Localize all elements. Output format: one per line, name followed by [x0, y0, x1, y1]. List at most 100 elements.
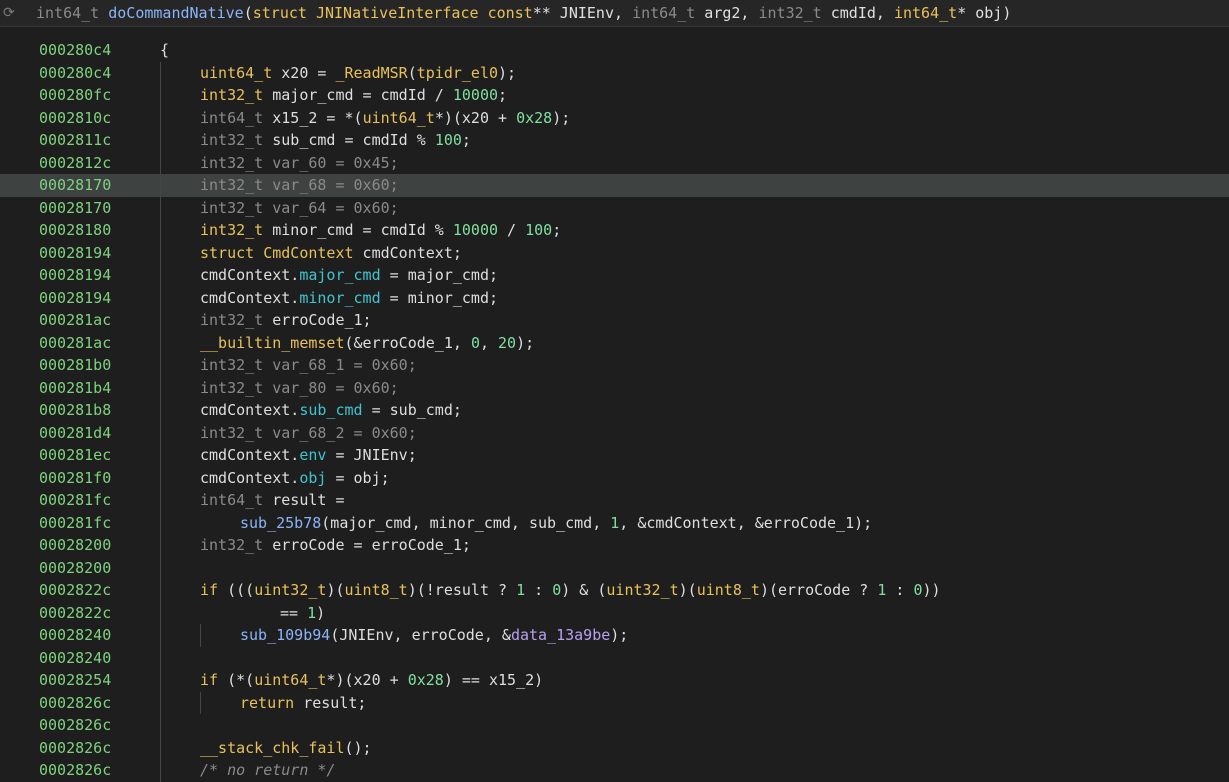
code-line[interactable]: 00028240 — [0, 647, 1229, 670]
line-address[interactable]: 0002810c — [39, 107, 111, 130]
code-line[interactable]: 00028200 int32_t erroCode = erroCode_1; — [0, 534, 1229, 557]
line-address[interactable]: 000281ac — [39, 309, 111, 332]
code-line[interactable]: 0002811c int32_t sub_cmd = cmdId % 100; — [0, 129, 1229, 152]
line-code[interactable]: int32_t var_80 = 0x60; — [200, 377, 399, 400]
line-code[interactable]: sub_109b94(JNIEnv, erroCode, &data_13a9b… — [240, 624, 628, 647]
line-code[interactable]: int64_t x15_2 = *(uint64_t*)(x20 + 0x28)… — [200, 107, 570, 130]
line-code[interactable]: int32_t var_68_1 = 0x60; — [200, 354, 417, 377]
line-address[interactable]: 00028200 — [39, 557, 111, 580]
code-line[interactable]: 000281b8 cmdContext.sub_cmd = sub_cmd; — [0, 399, 1229, 422]
line-address[interactable]: 0002826c — [39, 714, 111, 737]
code-line[interactable]: 000281fc sub_25b78(major_cmd, minor_cmd, … — [0, 512, 1229, 535]
code-line[interactable]: 00028194 cmdContext.minor_cmd = minor_cmd… — [0, 287, 1229, 310]
code-line[interactable]: 00028254 if (*(uint64_t*)(x20 + 0x28) == … — [0, 669, 1229, 692]
code-line[interactable]: 0002822c == 1) — [0, 602, 1229, 625]
code-line[interactable]: 000281b4 int32_t var_80 = 0x60; — [0, 377, 1229, 400]
line-address[interactable]: 00028170 — [39, 197, 111, 220]
code-line[interactable]: 000280fc int32_t major_cmd = cmdId / 1000… — [0, 84, 1229, 107]
line-address[interactable]: 000281f0 — [39, 467, 111, 490]
code-line[interactable]: 0002822c if (((uint32_t)(uint8_t)(!result… — [0, 579, 1229, 602]
line-code[interactable]: if (*(uint64_t*)(x20 + 0x28) == x15_2) — [200, 669, 543, 692]
line-address[interactable]: 0002822c — [39, 602, 111, 625]
line-code[interactable]: cmdContext.sub_cmd = sub_cmd; — [200, 399, 462, 422]
line-code[interactable]: int32_t sub_cmd = cmdId % 100; — [200, 129, 471, 152]
line-address[interactable]: 000281ac — [39, 332, 111, 355]
code-line[interactable]: 000281ec cmdContext.env = JNIEnv; — [0, 444, 1229, 467]
line-code[interactable]: int64_t result = — [200, 489, 345, 512]
code-line[interactable]: 000281fc int64_t result = — [0, 489, 1229, 512]
line-code[interactable]: /* no return */ — [200, 759, 335, 782]
function-signature: int64_t doCommandNative(struct JNINative… — [36, 4, 1011, 22]
line-code[interactable]: if (((uint32_t)(uint8_t)(!result ? 1 : 0… — [200, 579, 941, 602]
line-address[interactable]: 00028240 — [39, 647, 111, 670]
line-code[interactable]: uint64_t x20 = _ReadMSR(tpidr_el0); — [200, 62, 516, 85]
line-code[interactable]: struct CmdContext cmdContext; — [200, 242, 462, 265]
line-address[interactable]: 00028180 — [39, 219, 111, 242]
refresh-icon[interactable]: ⟳ — [3, 4, 15, 22]
line-code[interactable]: int32_t var_68_2 = 0x60; — [200, 422, 417, 445]
line-code[interactable]: int32_t minor_cmd = cmdId % 10000 / 100; — [200, 219, 561, 242]
line-address[interactable]: 0002826c — [39, 759, 111, 782]
code-line[interactable]: 000281ac __builtin_memset(&erroCode_1, 0,… — [0, 332, 1229, 355]
line-address[interactable]: 000280c4 — [39, 39, 111, 62]
line-address[interactable]: 000281d4 — [39, 422, 111, 445]
function-name[interactable]: doCommandNative — [108, 4, 243, 22]
line-code[interactable]: cmdContext.major_cmd = major_cmd; — [200, 264, 498, 287]
line-code[interactable]: cmdContext.obj = obj; — [200, 467, 390, 490]
line-address[interactable]: 0002812c — [39, 152, 111, 175]
line-code[interactable]: cmdContext.minor_cmd = minor_cmd; — [200, 287, 498, 310]
code-line[interactable]: 00028170 int32_t var_64 = 0x60; — [0, 197, 1229, 220]
code-line[interactable]: 00028194 cmdContext.major_cmd = major_cmd… — [0, 264, 1229, 287]
line-address[interactable]: 000281fc — [39, 489, 111, 512]
line-code[interactable]: int32_t erroCode = erroCode_1; — [200, 534, 471, 557]
code-line[interactable]: 000280c4 { — [0, 39, 1229, 62]
line-address[interactable]: 0002822c — [39, 579, 111, 602]
line-code[interactable]: int32_t major_cmd = cmdId / 10000; — [200, 84, 507, 107]
line-address[interactable]: 000281ec — [39, 444, 111, 467]
code-line[interactable]: 000281b0 int32_t var_68_1 = 0x60; — [0, 354, 1229, 377]
line-address[interactable]: 00028200 — [39, 534, 111, 557]
line-address[interactable]: 0002811c — [39, 129, 111, 152]
line-code[interactable]: int32_t erroCode_1; — [200, 309, 372, 332]
line-address[interactable]: 0002826c — [39, 692, 111, 715]
line-code[interactable]: int32_t var_64 = 0x60; — [200, 197, 399, 220]
code-line[interactable]: 00028180 int32_t minor_cmd = cmdId % 1000… — [0, 219, 1229, 242]
code-line[interactable]: 0002826c — [0, 714, 1229, 737]
code-line[interactable]: 000281d4 int32_t var_68_2 = 0x60; — [0, 422, 1229, 445]
line-address[interactable]: 000280c4 — [39, 62, 111, 85]
line-code[interactable]: __stack_chk_fail(); — [200, 737, 372, 760]
line-address[interactable]: 00028194 — [39, 287, 111, 310]
code-line[interactable]: 00028170 int32_t var_68 = 0x60; — [0, 174, 1229, 197]
line-code[interactable]: { — [160, 39, 169, 62]
line-address[interactable]: 00028194 — [39, 242, 111, 265]
line-address[interactable]: 00028170 — [39, 174, 111, 197]
decompiled-code-view[interactable]: 000280c4 {000280c4 uint64_t x20 = _ReadMSR… — [0, 39, 1229, 782]
code-line[interactable]: 0002826c return result; — [0, 692, 1229, 715]
code-line[interactable]: 000281ac int32_t erroCode_1; — [0, 309, 1229, 332]
code-line[interactable]: 0002812c int32_t var_60 = 0x45; — [0, 152, 1229, 175]
line-code[interactable]: == 1) — [280, 602, 325, 625]
code-line[interactable]: 00028194 struct CmdContext cmdContext; — [0, 242, 1229, 265]
line-code[interactable]: int32_t var_60 = 0x45; — [200, 152, 399, 175]
line-address[interactable]: 0002826c — [39, 737, 111, 760]
line-address[interactable]: 000281b0 — [39, 354, 111, 377]
code-line[interactable]: 00028200 — [0, 557, 1229, 580]
line-address[interactable]: 000281b8 — [39, 399, 111, 422]
line-code[interactable]: int32_t var_68 = 0x60; — [200, 174, 399, 197]
code-line[interactable]: 0002826c __stack_chk_fail(); — [0, 737, 1229, 760]
code-line[interactable]: 0002826c /* no return */ — [0, 759, 1229, 782]
line-address[interactable]: 000281fc — [39, 512, 111, 535]
line-code[interactable]: __builtin_memset(&erroCode_1, 0, 20); — [200, 332, 534, 355]
code-line[interactable]: 000281f0 cmdContext.obj = obj; — [0, 467, 1229, 490]
line-code[interactable]: return result; — [240, 692, 366, 715]
line-address[interactable]: 00028254 — [39, 669, 111, 692]
line-address[interactable]: 000281b4 — [39, 377, 111, 400]
line-address[interactable]: 00028240 — [39, 624, 111, 647]
line-address[interactable]: 000280fc — [39, 84, 111, 107]
line-address[interactable]: 00028194 — [39, 264, 111, 287]
code-line[interactable]: 0002810c int64_t x15_2 = *(uint64_t*)(x20… — [0, 107, 1229, 130]
line-code[interactable]: sub_25b78(major_cmd, minor_cmd, sub_cmd,… — [240, 512, 872, 535]
line-code[interactable]: cmdContext.env = JNIEnv; — [200, 444, 417, 467]
code-line[interactable]: 00028240 sub_109b94(JNIEnv, erroCode, &da… — [0, 624, 1229, 647]
code-line[interactable]: 000280c4 uint64_t x20 = _ReadMSR(tpidr_el… — [0, 62, 1229, 85]
